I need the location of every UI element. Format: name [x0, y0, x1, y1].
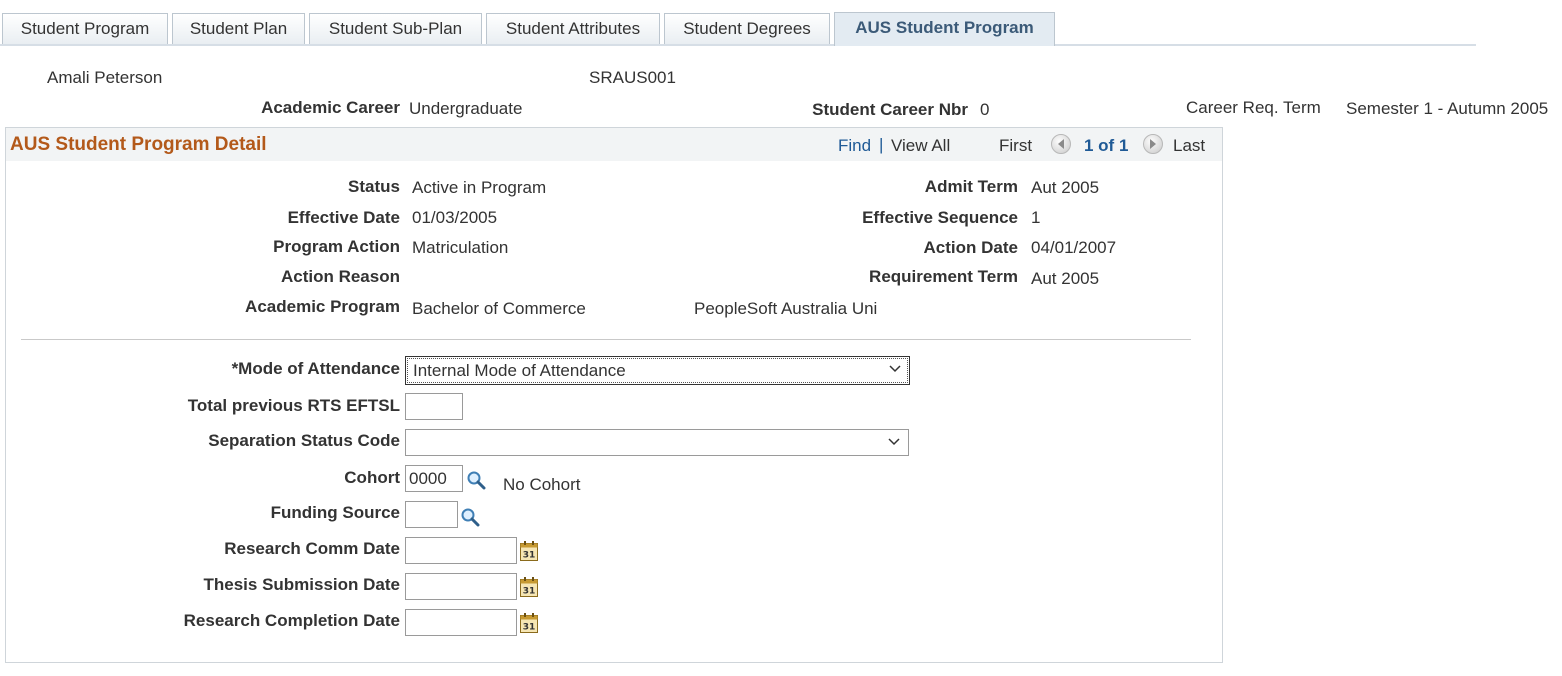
cohort-description: No Cohort: [503, 475, 581, 494]
tab-student-sub-plan[interactable]: Student Sub-Plan: [309, 13, 482, 44]
separation-status-code-select[interactable]: [405, 429, 909, 456]
program-action-value: Matriculation: [412, 238, 509, 257]
svg-text:31: 31: [523, 623, 536, 633]
previous-arrow-icon[interactable]: [1051, 134, 1071, 154]
last-label: Last: [1173, 136, 1206, 155]
effective-sequence-label: Effective Sequence: [862, 208, 1018, 227]
status-label: Status: [348, 177, 400, 196]
effective-sequence-value: 1: [1031, 208, 1041, 227]
thesis-submission-date-label: Thesis Submission Date: [203, 575, 401, 594]
career-nbr-value: 0: [980, 100, 990, 119]
admit-term-label: Admit Term: [924, 177, 1018, 196]
research-comm-date-label: Research Comm Date: [224, 539, 400, 558]
tab-aus-student-program[interactable]: AUS Student Program: [834, 12, 1055, 46]
requirement-term-value: Aut 2005: [1031, 269, 1100, 288]
status-value: Active in Program: [412, 178, 547, 197]
view-all-link[interactable]: View All: [891, 136, 950, 156]
effective-date-value: 01/03/2005: [412, 208, 498, 227]
total-previous-rts-eftsl-label: Total previous RTS EFTSL: [187, 396, 400, 415]
research-completion-date-input[interactable]: [405, 609, 517, 636]
chevron-down-icon: [888, 438, 900, 446]
career-req-term-label: Career Req. Term: [1186, 98, 1321, 117]
student-name: Amali Peterson: [47, 68, 163, 87]
funding-source-label: Funding Source: [270, 503, 400, 522]
career-req-term-value: Semester 1 - Autumn 2005: [1346, 99, 1549, 118]
thesis-submission-date-input[interactable]: [405, 573, 517, 600]
chevron-down-icon: [889, 365, 901, 373]
calendar-icon[interactable]: 31: [519, 540, 539, 562]
career-nbr-label: Student Career Nbr: [812, 100, 968, 119]
section-divider: [21, 339, 1191, 340]
tab-student-attributes[interactable]: Student Attributes: [486, 13, 660, 44]
tab-student-program[interactable]: Student Program: [2, 13, 168, 44]
cohort-label: Cohort: [344, 468, 400, 487]
action-reason-label: Action Reason: [280, 267, 400, 286]
academic-program-value: Bachelor of Commerce: [412, 299, 586, 318]
requirement-term-label: Requirement Term: [869, 267, 1018, 286]
svg-text:31: 31: [523, 551, 536, 561]
tab-student-plan[interactable]: Student Plan: [172, 13, 305, 44]
research-completion-date-label: Research Completion Date: [183, 611, 400, 630]
magnifier-icon[interactable]: [466, 470, 486, 490]
academic-career-label: Academic Career: [261, 98, 400, 117]
next-arrow-icon[interactable]: [1143, 134, 1163, 154]
mode-of-attendance-selected: Internal Mode of Attendance: [413, 361, 626, 380]
funding-source-input[interactable]: [405, 501, 458, 528]
tab-bar-underline: [0, 44, 1476, 46]
cohort-input[interactable]: 0000: [405, 465, 463, 492]
program-action-label: Program Action: [273, 237, 400, 256]
effective-date-label: Effective Date: [287, 208, 400, 227]
tab-student-degrees[interactable]: Student Degrees: [664, 13, 830, 44]
first-label: First: [999, 136, 1033, 155]
find-link[interactable]: Find: [838, 136, 871, 156]
magnifier-icon[interactable]: [460, 507, 480, 527]
calendar-icon[interactable]: 31: [519, 576, 539, 598]
detail-title: AUS Student Program Detail: [10, 134, 267, 155]
admit-term-value: Aut 2005: [1031, 178, 1100, 197]
mode-of-attendance-label: *Mode of Attendance: [231, 359, 400, 378]
academic-career-value: Undergraduate: [409, 99, 523, 118]
institution-value: PeopleSoft Australia Uni: [694, 299, 878, 318]
action-date-label: Action Date: [923, 238, 1018, 257]
calendar-icon[interactable]: 31: [519, 612, 539, 634]
action-date-value: 04/01/2007: [1031, 238, 1117, 257]
mode-of-attendance-select[interactable]: Internal Mode of Attendance: [405, 356, 910, 385]
separation-status-code-label: Separation Status Code: [208, 431, 400, 450]
student-id: SRAUS001: [589, 68, 676, 87]
academic-program-label: Academic Program: [245, 297, 400, 316]
research-comm-date-input[interactable]: [405, 537, 517, 564]
total-previous-rts-eftsl-input[interactable]: [405, 393, 463, 420]
page-indicator: 1 of 1: [1084, 136, 1129, 155]
svg-text:31: 31: [523, 587, 536, 597]
link-separator: |: [879, 135, 884, 154]
